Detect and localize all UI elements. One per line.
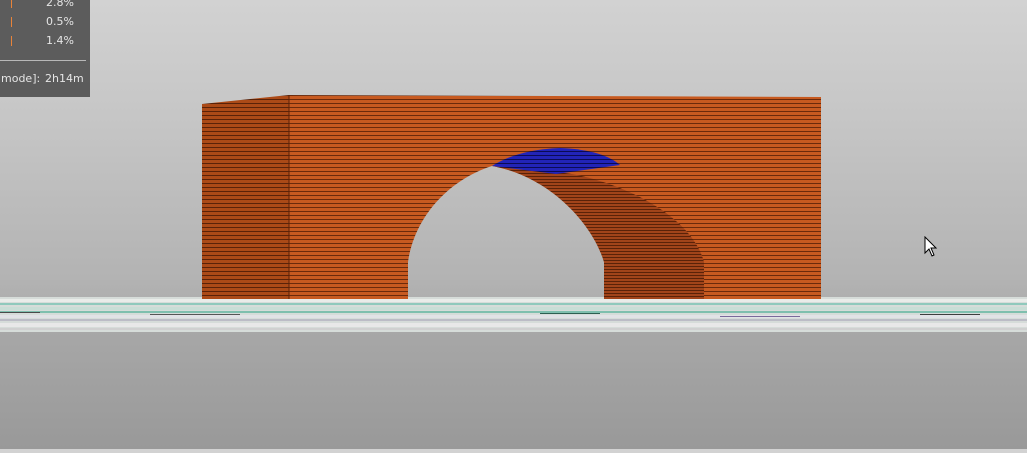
- estimate-time-value: 2h14m: [45, 72, 84, 85]
- 3d-preview-viewport[interactable]: [0, 0, 1027, 449]
- mouse-cursor-icon: [924, 236, 938, 257]
- preview-scene: [0, 95, 1027, 332]
- legend-value: 0.5%: [46, 15, 74, 28]
- legend-swatch: [11, 36, 12, 46]
- bridge-model: [202, 95, 821, 299]
- legend-swatch: [11, 17, 12, 27]
- legend-value: 1.4%: [46, 34, 74, 47]
- model-left-face: [202, 95, 289, 299]
- model-front-face: [289, 95, 821, 299]
- legend-value: 2.8%: [46, 0, 74, 9]
- print-bed: [0, 297, 1027, 332]
- legend-row: 1.4%: [0, 34, 90, 48]
- legend-divider: [0, 60, 86, 61]
- legend-swatch: [11, 0, 12, 8]
- estimate-time-label: mode]:: [1, 72, 41, 85]
- legend-row: 2.8%: [0, 0, 90, 10]
- legend-panel: 2.8% 0.5% 1.4% mode]: 2h14m: [0, 0, 90, 97]
- legend-row: 0.5%: [0, 15, 90, 29]
